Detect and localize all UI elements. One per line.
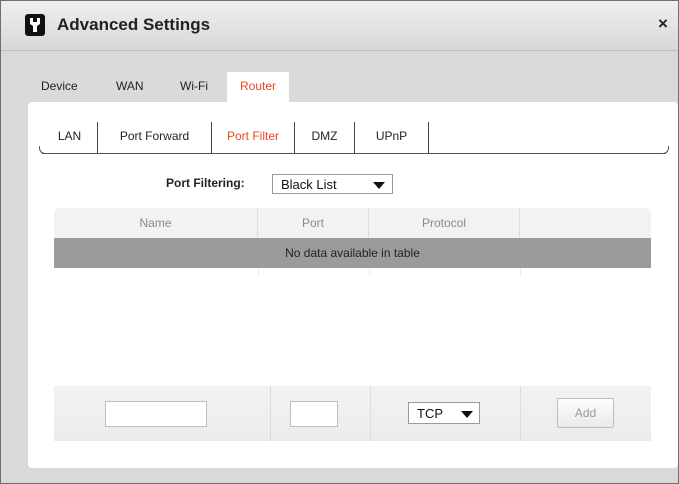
column-header-protocol[interactable]: Protocol (369, 208, 520, 238)
port-filtering-select[interactable]: Black List (272, 174, 393, 194)
rule-name-input[interactable] (105, 401, 207, 427)
column-divider (520, 386, 521, 441)
sub-tab-upnp[interactable]: UPnP (355, 122, 429, 153)
chevron-down-icon (373, 182, 385, 189)
sub-tab-lan[interactable]: LAN (42, 122, 98, 153)
column-header-action (520, 208, 651, 238)
column-divider (270, 386, 271, 441)
sub-tab-port-forward[interactable]: Port Forward (98, 122, 212, 153)
add-button[interactable]: Add (557, 398, 614, 428)
table-header: Name Port Protocol (54, 208, 651, 238)
title-bar: Advanced Settings × (1, 1, 678, 51)
sub-tab-dmz[interactable]: DMZ (295, 122, 355, 153)
port-filtering-label: Port Filtering: (166, 176, 245, 190)
column-divider (369, 268, 370, 276)
tab-wan[interactable]: WAN (116, 72, 144, 102)
sub-tab-bar-corner-right (659, 146, 669, 154)
wrench-icon (25, 14, 45, 36)
chevron-down-icon (461, 411, 473, 418)
sub-tab-bar: LAN Port Forward Port Filter DMZ UPnP (39, 122, 669, 154)
column-header-port[interactable]: Port (258, 208, 369, 238)
tab-device[interactable]: Device (41, 72, 78, 102)
rule-port-input[interactable] (290, 401, 338, 427)
protocol-value: TCP (417, 406, 443, 421)
port-filtering-value: Black List (281, 177, 337, 192)
advanced-settings-dialog: Advanced Settings × Device WAN Wi-Fi Rou… (0, 0, 679, 484)
close-icon[interactable]: × (654, 15, 672, 33)
dialog-title: Advanced Settings (57, 15, 211, 34)
tab-router[interactable]: Router (227, 72, 290, 102)
empty-table-row: No data available in table (54, 238, 651, 268)
tab-wifi[interactable]: Wi-Fi (180, 72, 208, 102)
protocol-select[interactable]: TCP (408, 402, 480, 424)
column-header-name[interactable]: Name (54, 208, 258, 238)
sub-tab-port-filter[interactable]: Port Filter (212, 122, 295, 153)
column-divider (520, 268, 521, 276)
column-divider (258, 268, 259, 276)
column-divider (370, 386, 371, 441)
